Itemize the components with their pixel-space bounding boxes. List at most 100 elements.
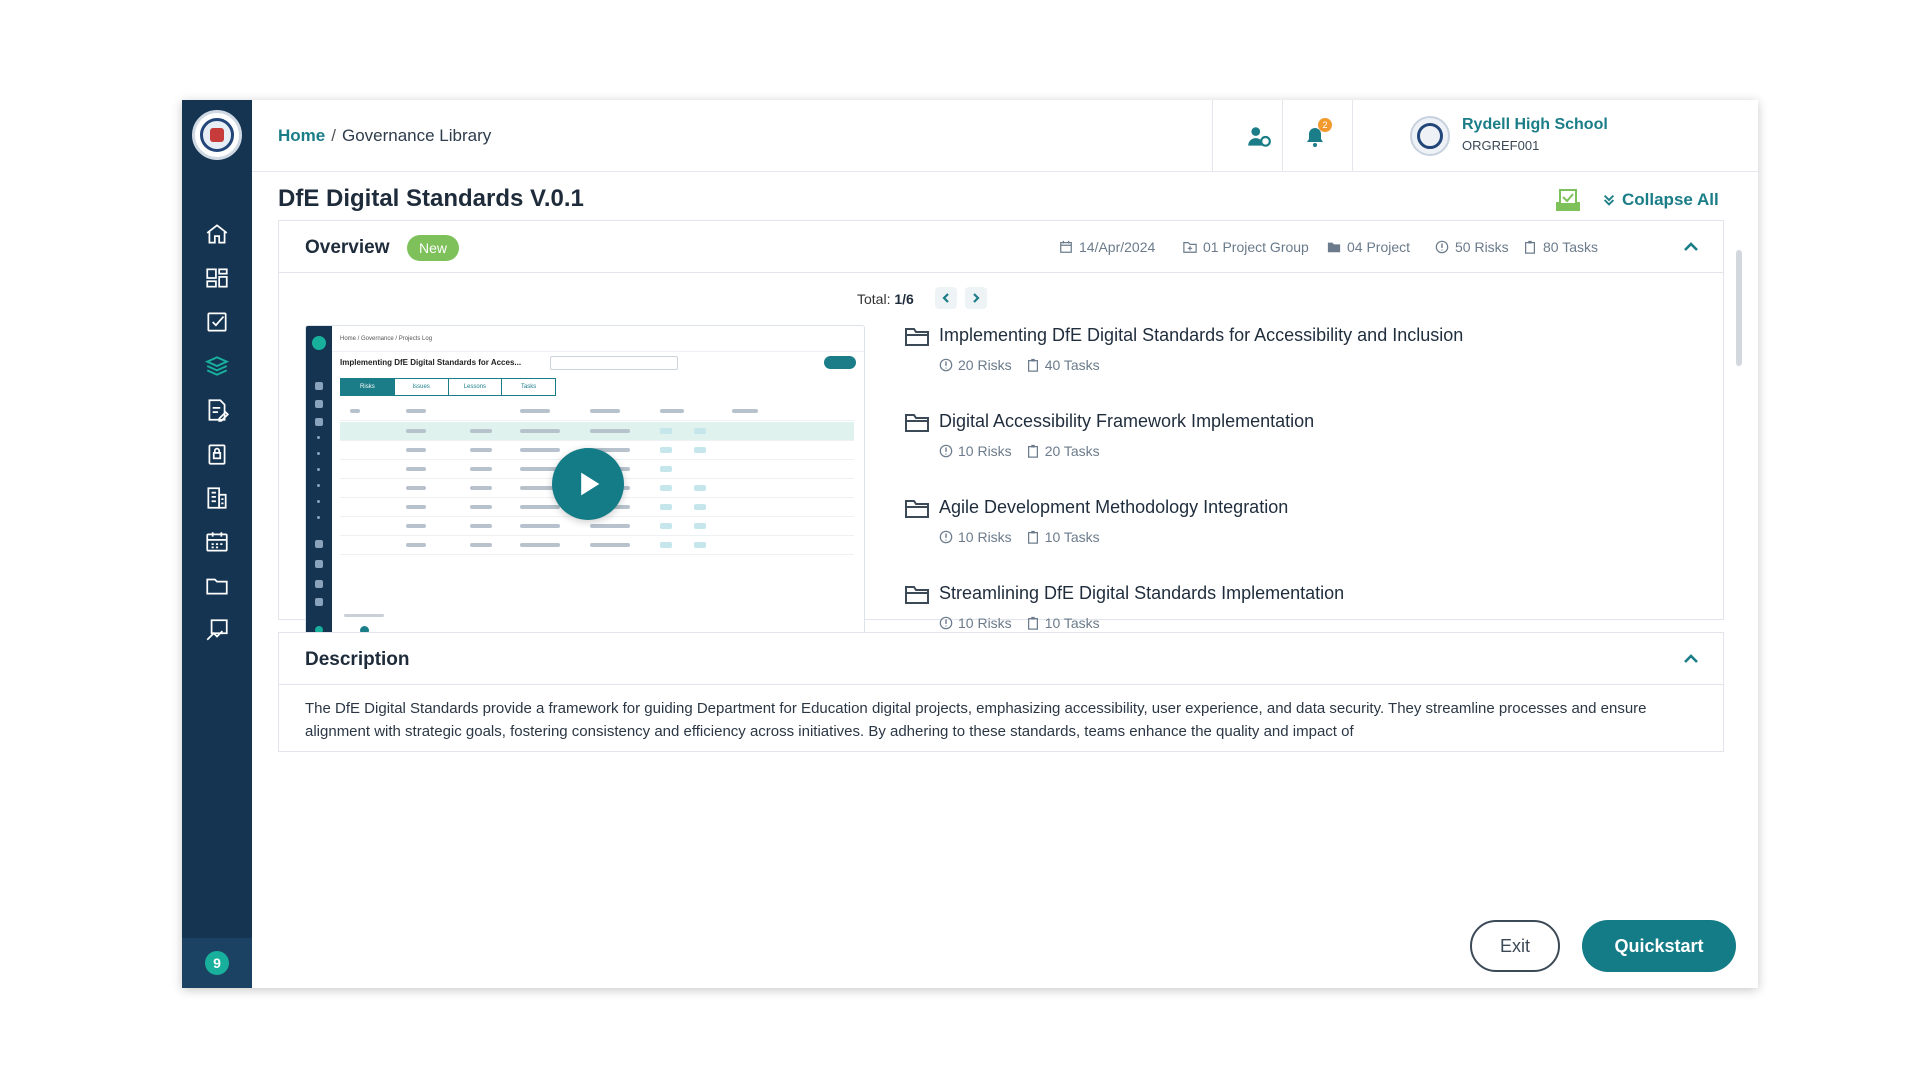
project-risks: 10 Risks	[958, 443, 1012, 459]
meta-tasks: 80 Tasks	[1523, 239, 1598, 255]
app-window: 9 Home / Governance Library 2 Rydell High …	[182, 100, 1758, 988]
folder-plus-icon	[1183, 242, 1197, 253]
quickstart-button[interactable]: Quickstart	[1582, 920, 1736, 972]
description-header[interactable]: Description	[279, 633, 1723, 685]
breadcrumb: Home / Governance Library	[278, 126, 491, 146]
calendar-icon	[1060, 240, 1072, 253]
preview-breadcrumb: Home / Governance / Projects Log	[332, 326, 864, 352]
project-risks: 10 Risks	[958, 529, 1012, 545]
breadcrumb-home-link[interactable]: Home	[278, 126, 325, 145]
preview-search	[550, 356, 678, 370]
export-icon[interactable]	[1554, 188, 1582, 212]
description-title: Description	[305, 649, 410, 670]
risk-icon	[939, 358, 953, 372]
prev-slide-button[interactable]	[935, 287, 957, 309]
help-badge[interactable]: 9	[205, 951, 229, 975]
home-icon[interactable]	[182, 214, 252, 254]
top-bar: Home / Governance Library 2 Rydell High Sc…	[252, 100, 1758, 172]
preview-tab: Issues	[395, 379, 449, 395]
school-ref: ORGREF001	[1462, 138, 1540, 153]
folder-icon[interactable]	[182, 566, 252, 606]
breadcrumb-current: Governance Library	[341, 126, 492, 145]
notification-count: 2	[1318, 118, 1332, 132]
project-tasks: 10 Tasks	[1044, 615, 1100, 631]
clipboard-icon	[1027, 358, 1038, 372]
lock-icon[interactable]	[182, 434, 252, 474]
meta-date: 14/Apr/2024	[1059, 239, 1155, 255]
overview-card: Overview New 14/Apr/2024 01 Project Grou…	[278, 220, 1724, 641]
edit-document-icon[interactable]	[182, 390, 252, 430]
calendar-icon[interactable]	[182, 522, 252, 562]
overview-title: Overview	[305, 237, 390, 258]
collapse-description-icon[interactable]	[1681, 649, 1701, 669]
risk-icon	[939, 530, 953, 544]
bell-icon[interactable]: 2	[1298, 118, 1332, 154]
total-label: Total:	[857, 291, 891, 307]
folder-icon	[905, 328, 929, 346]
total-counter: Total: 1/6	[857, 291, 914, 307]
meta-project-text: 04 Project	[1347, 239, 1411, 255]
risk-icon	[939, 444, 953, 458]
project-stats: 10 Risks 10 Tasks	[939, 615, 1100, 631]
overview-header[interactable]: Overview New 14/Apr/2024 01 Project Grou…	[279, 221, 1723, 273]
checklist-icon[interactable]	[182, 302, 252, 342]
play-icon	[581, 472, 600, 496]
project-stats: 10 Risks 20 Tasks	[939, 443, 1100, 459]
user-settings-icon[interactable]	[1242, 120, 1276, 154]
project-stats: 20 Risks 40 Tasks	[939, 357, 1100, 373]
description-text: The DfE Digital Standards provide a fram…	[305, 700, 1647, 740]
building-icon[interactable]	[182, 478, 252, 518]
library-icon[interactable]	[182, 346, 252, 386]
exit-button[interactable]: Exit	[1470, 920, 1560, 972]
next-slide-button[interactable]	[965, 287, 987, 309]
folder-open-icon	[1327, 242, 1341, 253]
collapse-overview-icon[interactable]	[1681, 237, 1701, 257]
topbar-divider	[1282, 100, 1283, 172]
total-value: 1/6	[894, 291, 914, 307]
collapse-all-button[interactable]: Collapse All	[1602, 190, 1719, 210]
topbar-divider	[1212, 100, 1213, 172]
chevron-left-icon	[942, 293, 949, 303]
preview-new-button	[824, 356, 856, 369]
meta-risks-text: 50 Risks	[1455, 239, 1509, 255]
school-avatar[interactable]	[1410, 116, 1450, 156]
preview-row	[340, 402, 854, 421]
preview-row	[340, 517, 854, 536]
preview-tab: Tasks	[520, 384, 537, 390]
video-preview[interactable]: Home / Governance / Projects Log Impleme…	[305, 325, 865, 641]
clipboard-icon	[1027, 530, 1038, 544]
project-risks: 20 Risks	[958, 357, 1012, 373]
reports-icon[interactable]	[182, 610, 252, 650]
preview-title: Implementing DfE Digital Standards for A…	[340, 358, 522, 367]
school-name[interactable]: Rydell High School	[1462, 116, 1608, 134]
meta-risks: 50 Risks	[1435, 239, 1509, 255]
project-tasks: 20 Tasks	[1044, 443, 1100, 459]
clipboard-icon	[1525, 240, 1535, 254]
folder-icon	[905, 500, 929, 518]
breadcrumb-separator: /	[331, 126, 336, 145]
meta-project-group-text: 01 Project Group	[1203, 239, 1309, 255]
project-stats: 10 Risks 10 Tasks	[939, 529, 1100, 545]
project-title[interactable]: Streamlining DfE Digital Standards Imple…	[939, 583, 1344, 604]
folder-icon	[905, 414, 929, 432]
meta-date-text: 14/Apr/2024	[1079, 239, 1156, 255]
project-tasks: 40 Tasks	[1044, 357, 1100, 373]
preview-scrollbar	[344, 614, 384, 617]
play-button[interactable]	[552, 448, 624, 520]
folder-icon	[905, 586, 929, 604]
preview-sidebar	[306, 326, 332, 640]
meta-tasks-text: 80 Tasks	[1543, 239, 1598, 255]
school-logo[interactable]	[192, 110, 242, 160]
project-title[interactable]: Agile Development Methodology Integratio…	[939, 497, 1288, 518]
page-scrollbar[interactable]	[1736, 250, 1742, 366]
preview-tabs: Risks Issues Lessons Tasks	[340, 378, 556, 396]
double-chevron-down-icon	[1603, 194, 1615, 206]
project-title[interactable]: Digital Accessibility Framework Implemen…	[939, 411, 1314, 432]
dashboard-icon[interactable]	[182, 258, 252, 298]
risk-icon	[1435, 240, 1449, 254]
project-risks: 10 Risks	[958, 615, 1012, 631]
chevron-right-icon	[973, 293, 980, 303]
preview-row	[340, 422, 854, 441]
sidebar-footer: 9	[182, 938, 252, 988]
project-title[interactable]: Implementing DfE Digital Standards for A…	[939, 325, 1463, 346]
